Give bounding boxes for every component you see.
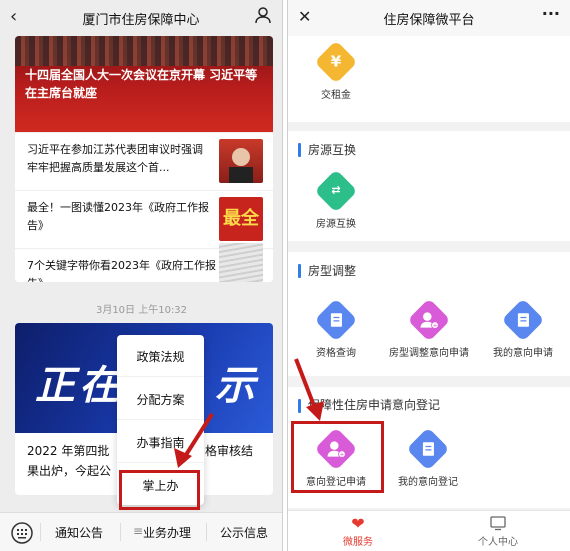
- news-thumbnail: [219, 139, 263, 183]
- swap-icon: ⇄: [314, 169, 358, 213]
- bottom-menu: 通知公告 ≡ 业务办理 公示信息: [0, 512, 282, 551]
- profile-icon[interactable]: [254, 6, 272, 28]
- nav-bar: ✕ 住房保障微平台 ···: [288, 0, 570, 36]
- service-label: 房型调整意向申请: [389, 348, 469, 359]
- news-title: 7个关键字带你看2023年《政府工作报告》: [27, 259, 216, 282]
- banner-headline: 十四届全国人大一次会议在京开幕 习近平等在主席台就座: [25, 68, 258, 100]
- news-thumbnail: 最全: [219, 197, 263, 241]
- section-marker: [298, 143, 301, 157]
- menu-icon: ≡: [133, 524, 144, 538]
- separator: [206, 523, 207, 541]
- separator: [120, 523, 121, 541]
- banner-text: 正在: [35, 363, 123, 409]
- news-item[interactable]: 最全！一图读懂2023年《政府工作报告》 最全: [15, 190, 273, 248]
- article-title-line2: 果出炉，今起公: [27, 464, 112, 478]
- news-banner[interactable]: 十四届全国人大一次会议在京开幕 习近平等在主席台就座: [15, 36, 273, 132]
- svg-text:+: +: [432, 323, 437, 330]
- news-card: 十四届全国人大一次会议在京开幕 习近平等在主席台就座 习近平在参加江苏代表团审议…: [15, 36, 273, 282]
- service-label: 我的意向登记: [398, 477, 458, 488]
- tab-bar: ❤ 微服务 个人中心: [288, 510, 570, 551]
- message-timestamp: 3月10日 上午10:32: [95, 305, 188, 316]
- news-title: 最全！一图读懂2023年《政府工作报告》: [27, 201, 209, 232]
- service-housing-swap[interactable]: ⇄ 房源互换: [296, 169, 376, 230]
- news-item[interactable]: 习近平在参加江苏代表团审议时强调 牢牢把握高质量发展这个首...: [15, 132, 273, 190]
- book-icon: [501, 298, 545, 342]
- section-unit-adjust: 房型调整 资格查询 + 房型调整意向申请 我的意向申请: [288, 252, 570, 376]
- highlight-box: [119, 470, 200, 510]
- section-marker: [298, 264, 301, 278]
- menu-notices[interactable]: 通知公告: [55, 524, 103, 541]
- book-icon: [314, 298, 358, 342]
- annotation-arrow: [294, 358, 324, 421]
- page-title: 住房保障微平台: [383, 13, 475, 28]
- book-icon: [406, 427, 450, 471]
- nav-bar: ‹ 厦门市住房保障中心: [0, 0, 282, 36]
- right-screen: ✕ 住房保障微平台 ··· ¥ 交租金 房源互换 ⇄ 房源互换 房型调整 资格查…: [287, 0, 570, 551]
- more-icon[interactable]: ···: [542, 4, 560, 23]
- annotation-arrow: [174, 412, 214, 468]
- keyboard-icon[interactable]: [11, 522, 33, 548]
- service-label: 交租金: [321, 90, 351, 101]
- menu-public-info[interactable]: 公示信息: [220, 524, 268, 541]
- highlight-box: [291, 421, 384, 493]
- banner-text-tail: 示: [215, 363, 255, 409]
- monitor-icon: [458, 515, 538, 533]
- yen-icon: ¥: [314, 40, 358, 84]
- banner-photo: [15, 36, 273, 66]
- service-label: 房源互换: [316, 219, 356, 230]
- service-my-registration[interactable]: 我的意向登记: [388, 427, 468, 488]
- service-pay-rent[interactable]: ¥ 交租金: [296, 40, 376, 101]
- user-plus-icon: +: [407, 298, 451, 342]
- service-unit-adjust-apply[interactable]: + 房型调整意向申请: [384, 298, 474, 359]
- section-housing-swap: 房源互换 ⇄ 房源互换: [288, 131, 570, 241]
- menu-item-policy[interactable]: 政策法规: [117, 337, 204, 377]
- tab-personal-center[interactable]: 个人中心: [458, 515, 538, 548]
- article-title-left: 2022 年第四批: [27, 444, 110, 458]
- news-thumbnail: [219, 243, 263, 282]
- thumbnail-text: 最全: [223, 208, 259, 229]
- service-label: 我的意向申请: [493, 348, 553, 359]
- tab-label: 微服务: [343, 537, 373, 548]
- service-eligibility-query[interactable]: 资格查询: [296, 298, 376, 359]
- menu-business[interactable]: 业务办理: [143, 524, 191, 541]
- tab-label: 个人中心: [478, 537, 518, 548]
- heart-icon: ❤: [351, 514, 365, 533]
- service-my-applications[interactable]: 我的意向申请: [483, 298, 563, 359]
- tab-micro-service[interactable]: ❤ 微服务: [318, 514, 398, 549]
- section-rent: ¥ 交租金: [288, 36, 570, 122]
- separator: [40, 523, 41, 541]
- section-title: 房型调整: [308, 264, 357, 278]
- left-screen: ‹ 厦门市住房保障中心 十四届全国人大一次会议在京开幕 习近平等在主席台就座 习…: [0, 0, 283, 551]
- page-title: 厦门市住房保障中心: [82, 13, 200, 28]
- news-item[interactable]: 7个关键字带你看2023年《政府工作报告》: [15, 243, 273, 282]
- section-title: 房源互换: [308, 143, 357, 157]
- news-title: 习近平在参加江苏代表团审议时强调 牢牢把握高质量发展这个首...: [27, 143, 203, 174]
